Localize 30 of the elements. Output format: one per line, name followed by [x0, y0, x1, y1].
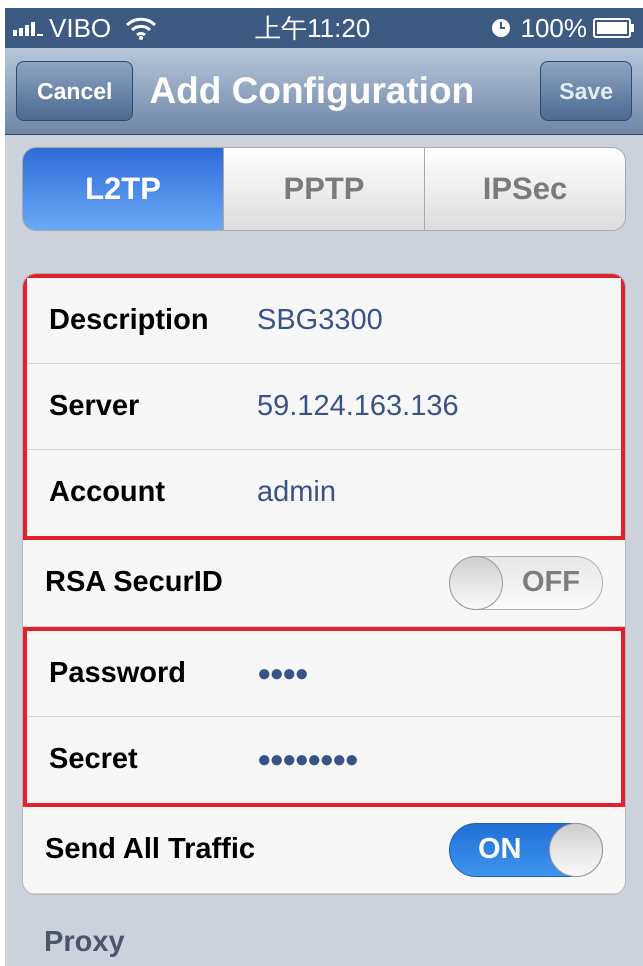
- segment-tab[interactable]: PPTP: [223, 148, 424, 230]
- clock-icon: [490, 18, 510, 38]
- masked-value[interactable]: ●●●●●●●●: [257, 742, 357, 778]
- masked-value[interactable]: ●●●●: [257, 656, 307, 692]
- field-value[interactable]: admin: [257, 471, 336, 515]
- toggle-knob: [449, 556, 503, 610]
- field-label: Account: [49, 475, 166, 510]
- segment-tab[interactable]: L2TP: [23, 148, 223, 230]
- save-button[interactable]: Save: [540, 61, 632, 121]
- field-value[interactable]: SBG3300: [257, 298, 383, 342]
- cancel-button[interactable]: Cancel: [16, 61, 134, 121]
- field-value[interactable]: 59.124.163.136: [257, 384, 459, 428]
- carrier-name: VIBO: [49, 12, 112, 44]
- screen-title: Add Configuration: [149, 69, 474, 114]
- toggle-knob: [549, 823, 603, 877]
- field-label: Secret: [49, 742, 139, 778]
- section-header: Proxy: [44, 926, 125, 958]
- toggle-switch[interactable]: OFF: [449, 556, 603, 610]
- toggle-switch[interactable]: ON: [449, 823, 603, 877]
- clock-time: 上午11:20: [255, 12, 370, 44]
- battery-icon: [593, 18, 635, 38]
- field-label: Description: [49, 302, 210, 338]
- field-label: Password: [49, 656, 187, 691]
- signal-icon: [13, 20, 45, 36]
- battery-percent: 100%: [520, 12, 587, 44]
- segment-tab[interactable]: IPSec: [424, 148, 625, 230]
- wifi-icon: [125, 16, 158, 40]
- field-label: Send All Traffic: [45, 832, 256, 868]
- field-label: RSA SecurID: [45, 565, 224, 600]
- field-label: Server: [49, 388, 140, 424]
